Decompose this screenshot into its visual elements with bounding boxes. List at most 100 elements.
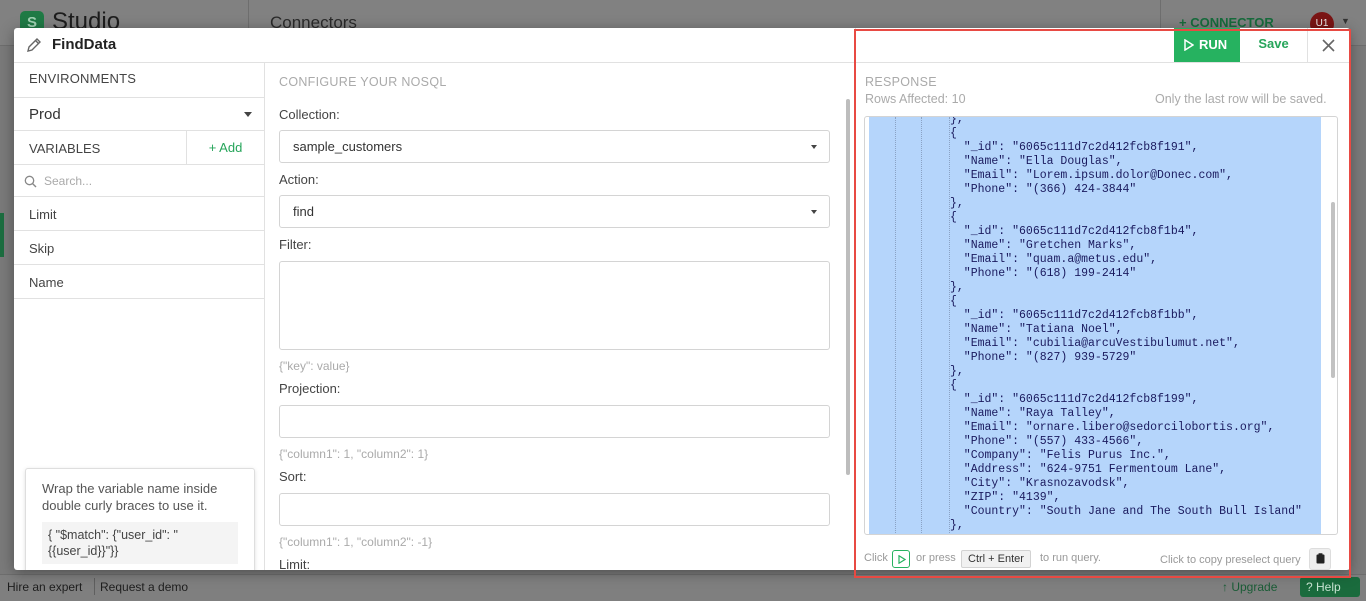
variable-item[interactable]: Name — [14, 265, 264, 299]
response-json-line: "Company": "Felis Purus Inc.", — [950, 449, 1171, 462]
response-json-line: }, — [950, 197, 964, 210]
filter-hint: {"key": value} — [279, 359, 350, 373]
sort-editor[interactable] — [279, 493, 830, 526]
close-button[interactable] — [1308, 28, 1350, 62]
footer-or-press-text: or press — [916, 552, 956, 564]
caret-down-icon — [811, 210, 817, 214]
copy-query-text: Click to copy preselect query — [1160, 554, 1301, 566]
response-json-line: "_id": "6065c111d7c2d412fcb8f191", — [950, 141, 1199, 154]
action-value: find — [293, 204, 314, 219]
tooltip-code-example: { "$match": {"user_id": "{{user_id}}"}} — [42, 522, 238, 564]
response-json-line: "Email": "quam.a@metus.edu", — [950, 253, 1158, 266]
response-json-line: { — [950, 127, 957, 140]
variables-header: VARIABLES + Add — [14, 131, 264, 165]
response-json-line: "Name": "Raya Talley", — [950, 407, 1116, 420]
response-json-line: "ZIP": "4139", — [950, 491, 1061, 504]
response-json[interactable]: },{ "_id": "6065c111d7c2d412fcb8f191", "… — [869, 117, 1321, 534]
variable-usage-tooltip: Wrap the variable name inside double cur… — [25, 468, 255, 570]
pencil-icon[interactable] — [26, 37, 42, 53]
variables-panel: ENVIRONMENTS Prod VARIABLES + Add Limit … — [14, 63, 265, 570]
response-header-divider — [856, 62, 1350, 63]
config-scrollbar[interactable] — [846, 99, 850, 475]
response-json-line: "_id": "6065c111d7c2d412fcb8f1b4", — [950, 225, 1199, 238]
sort-hint: {"column1": 1, "column2": -1} — [279, 535, 433, 549]
variable-search — [14, 165, 264, 197]
run-button[interactable]: RUN — [1174, 28, 1240, 62]
rows-affected: Rows Affected: 10 — [865, 92, 966, 106]
response-scrollbar[interactable] — [1331, 202, 1335, 378]
response-json-line: "Email": "Lorem.ipsum.dolor@Donec.com", — [950, 169, 1233, 182]
response-json-line: "Phone": "(366) 424-3844" — [950, 183, 1137, 196]
add-variable-button[interactable]: + Add — [186, 131, 264, 165]
inline-run-button[interactable] — [892, 550, 910, 568]
variables-label: VARIABLES — [29, 141, 101, 156]
request-demo-link[interactable]: Request a demo — [100, 580, 188, 594]
run-label: RUN — [1199, 37, 1228, 52]
collection-select[interactable]: sample_customers — [279, 130, 830, 163]
play-icon — [898, 555, 906, 564]
response-viewer[interactable]: },{ "_id": "6065c111d7c2d412fcb8f191", "… — [864, 116, 1338, 535]
variable-item[interactable]: Limit — [14, 197, 264, 231]
variable-item[interactable]: Skip — [14, 231, 264, 265]
response-json-line: "Name": "Ella Douglas", — [950, 155, 1123, 168]
projection-hint: {"column1": 1, "column2": 1} — [279, 447, 429, 461]
keyboard-shortcut: Ctrl + Enter — [961, 550, 1031, 568]
modal-header: FindData — [14, 28, 854, 63]
projection-label: Projection: — [279, 381, 341, 396]
app-footer — [0, 574, 1366, 601]
response-json-line: "Country": "South Jane and The South Bul… — [950, 505, 1302, 518]
response-json-line: "Name": "Tatiana Noel", — [950, 323, 1123, 336]
indent-guide — [921, 117, 922, 534]
action-select[interactable]: find — [279, 195, 830, 228]
config-title: CONFIGURE YOUR NOSQL — [279, 75, 447, 89]
filter-editor[interactable] — [279, 261, 830, 350]
variable-name: Name — [29, 275, 64, 290]
play-icon — [1184, 39, 1194, 51]
caret-down-icon — [244, 112, 252, 117]
clipboard-icon — [1316, 553, 1325, 564]
response-json-line: "Phone": "(557) 433-4566", — [950, 435, 1144, 448]
response-title: RESPONSE — [865, 75, 937, 89]
projection-editor[interactable] — [279, 405, 830, 438]
action-label: Action: — [279, 172, 319, 187]
save-button[interactable]: Save — [1240, 28, 1308, 62]
response-json-line: }, — [950, 281, 964, 294]
query-name[interactable]: FindData — [52, 36, 116, 53]
chevron-down-icon[interactable]: ▼ — [1341, 16, 1350, 26]
footer-to-run-text: to run query. — [1040, 552, 1101, 564]
query-editor-modal: FindData ENVIRONMENTS Prod VARIABLES + A… — [14, 28, 1350, 570]
response-json-line: { — [950, 211, 957, 224]
response-json-line: }, — [950, 117, 964, 126]
tooltip-text: Wrap the variable name inside double cur… — [42, 481, 218, 513]
help-button[interactable]: ? Help — [1300, 577, 1360, 597]
indent-guide — [895, 117, 896, 534]
copy-query-button[interactable] — [1309, 548, 1331, 570]
last-row-note: Only the last row will be saved. — [1155, 92, 1327, 106]
response-json-line: "City": "Krasnozavodsk", — [950, 477, 1130, 490]
hire-expert-link[interactable]: Hire an expert — [7, 580, 82, 594]
response-json-line: "Phone": "(618) 199-2414" — [950, 267, 1137, 280]
sort-label: Sort: — [279, 469, 307, 484]
footer-divider — [94, 578, 95, 595]
collection-value: sample_customers — [293, 139, 403, 154]
limit-label: Limit: — [279, 557, 311, 570]
response-json-line: }, — [950, 519, 964, 532]
environment-select[interactable]: Prod — [14, 97, 264, 131]
response-json-line: "_id": "6065c111d7c2d412fcb8f1bb", — [950, 309, 1199, 322]
close-icon — [1322, 39, 1335, 52]
response-json-line: "Email": "ornare.libero@sedorcilobortis.… — [950, 421, 1275, 434]
response-json-line: "Name": "Gretchen Marks", — [950, 239, 1137, 252]
filter-label: Filter: — [279, 237, 312, 252]
response-json-line: { — [950, 379, 957, 392]
search-icon — [24, 175, 37, 188]
search-input[interactable] — [44, 170, 254, 192]
environment-value: Prod — [29, 106, 61, 123]
caret-down-icon — [811, 145, 817, 149]
sidebar-active-indicator — [0, 213, 4, 257]
upgrade-link[interactable]: ↑ Upgrade — [1222, 580, 1277, 594]
nosql-config-panel: CONFIGURE YOUR NOSQL Collection: sample_… — [265, 63, 855, 570]
response-json-line: "Phone": "(827) 939-5729" — [950, 351, 1137, 364]
response-json-line: }, — [950, 365, 964, 378]
environments-label: ENVIRONMENTS — [29, 71, 137, 86]
response-json-line: "Email": "cubilia@arcuVestibulumut.net", — [950, 337, 1240, 350]
